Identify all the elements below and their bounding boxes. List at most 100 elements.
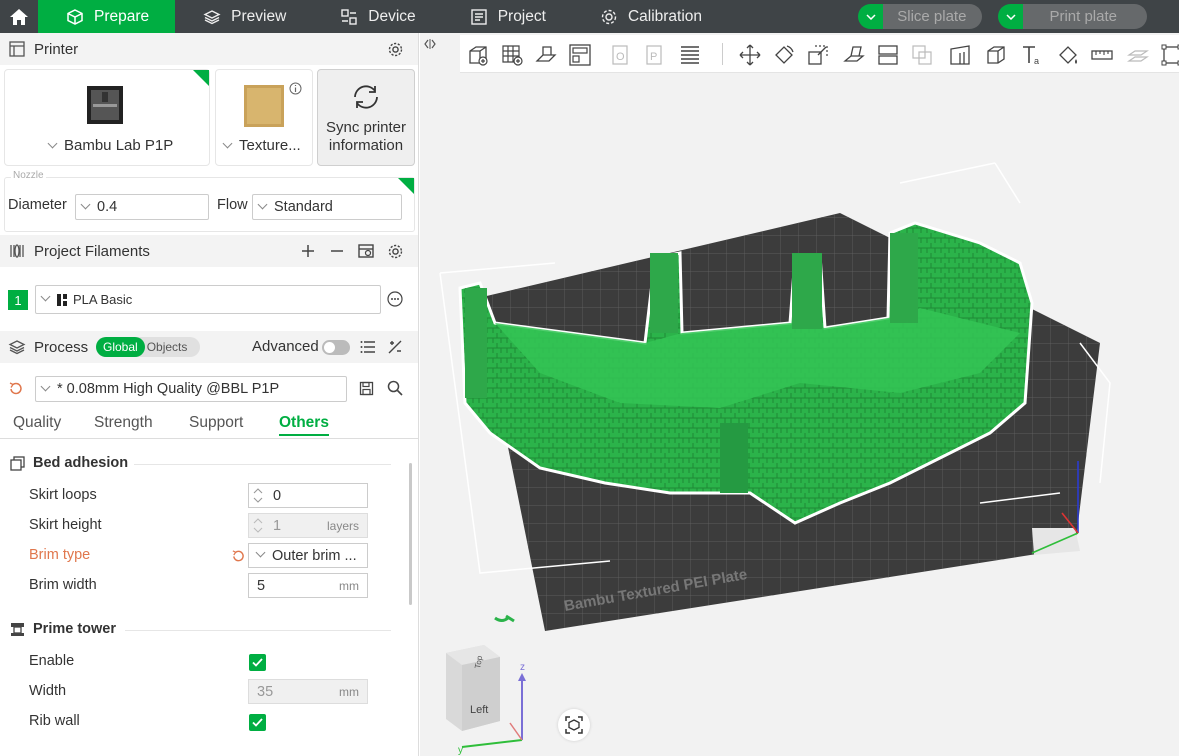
measure-icon[interactable]: [1090, 43, 1114, 67]
split-objects-icon[interactable]: O: [610, 43, 634, 67]
tab-quality[interactable]: Quality: [13, 414, 61, 432]
skirt-loops-input[interactable]: 0: [248, 483, 368, 508]
slice-dropdown[interactable]: [858, 4, 884, 29]
gear-icon[interactable]: [387, 243, 404, 260]
filament-select[interactable]: PLA Basic: [35, 285, 381, 314]
tab-prepare[interactable]: Prepare: [38, 0, 176, 33]
search-icon[interactable]: [387, 380, 403, 396]
process-preset-name: * 0.08mm High Quality @BBL P1P: [57, 381, 280, 397]
tab-calibration[interactable]: Calibration: [572, 0, 728, 33]
reset-icon[interactable]: [231, 549, 245, 563]
printer-icon: [9, 41, 25, 57]
skirt-height-input[interactable]: 1 layers: [248, 513, 368, 538]
filament-sync-icon[interactable]: [357, 242, 375, 260]
filament-name: PLA Basic: [73, 292, 133, 307]
printer-card[interactable]: Bambu Lab P1P: [4, 69, 210, 166]
svg-text:P: P: [650, 51, 657, 63]
skirt-height-label: Skirt height: [29, 517, 102, 533]
chevron-down-icon: [257, 199, 268, 209]
reset-icon[interactable]: [8, 381, 23, 396]
plate-selector[interactable]: Texture...: [222, 137, 301, 154]
home-button[interactable]: [0, 0, 38, 33]
plate-card[interactable]: Texture...: [215, 69, 313, 166]
tab-strength[interactable]: Strength: [94, 414, 153, 432]
diameter-value: 0.4: [97, 199, 118, 215]
chevron-down-icon: [222, 138, 233, 149]
arrange-icon[interactable]: [568, 43, 592, 67]
spin-arrows-icon[interactable]: [253, 486, 263, 505]
cube-icon: [67, 8, 83, 25]
boolean-icon[interactable]: [910, 43, 934, 67]
brim-type-label: Brim type: [29, 547, 91, 563]
orient-icon[interactable]: [534, 43, 558, 67]
printer-thumbnail-icon: [87, 86, 123, 124]
printer-selector[interactable]: Bambu Lab P1P: [47, 137, 173, 154]
tab-device[interactable]: Device: [312, 0, 441, 33]
fullscreen-icon[interactable]: [1160, 43, 1179, 67]
advanced-toggle[interactable]: [322, 340, 350, 355]
gear-icon[interactable]: [387, 41, 404, 58]
tab-preview[interactable]: Preview: [175, 0, 312, 33]
seam-painting-icon[interactable]: [984, 43, 1008, 67]
text-tool-icon[interactable]: a: [1020, 43, 1044, 67]
add-plate-icon[interactable]: [500, 43, 524, 67]
skirt-loops-label: Skirt loops: [29, 487, 97, 503]
process-tabs: Quality Strength Support Others: [0, 411, 418, 439]
brim-type-select[interactable]: Outer brim ...: [248, 543, 368, 568]
bambu-logo-icon: [57, 293, 67, 306]
add-object-icon[interactable]: [466, 43, 490, 67]
compare-icon[interactable]: [387, 339, 403, 355]
toggle-objects[interactable]: Objects: [145, 340, 188, 354]
print-plate-button[interactable]: Print plate: [998, 4, 1147, 29]
enable-checkbox[interactable]: [249, 654, 266, 671]
svg-text:a: a: [1034, 56, 1039, 66]
printer-section-title: Printer: [34, 40, 79, 58]
layers-icon: [203, 9, 221, 24]
filament-index-badge[interactable]: 1: [8, 290, 28, 310]
minus-icon[interactable]: [330, 244, 344, 258]
assemble-icon[interactable]: [1126, 43, 1150, 67]
tab-others[interactable]: Others: [279, 414, 329, 436]
spin-arrows-icon: [253, 518, 263, 533]
variable-layer-icon[interactable]: [678, 43, 702, 67]
navigation-cube[interactable]: Left Top z y: [440, 643, 540, 756]
color-painting-icon[interactable]: [1056, 43, 1080, 67]
support-painting-icon[interactable]: [948, 43, 972, 67]
brim-width-input[interactable]: 5 mm: [248, 573, 368, 598]
collapse-sidebar-icon[interactable]: [424, 38, 436, 50]
save-icon[interactable]: [359, 381, 374, 396]
rib-wall-checkbox[interactable]: [249, 714, 266, 731]
process-section-header: Process Global Objects Advanced: [0, 331, 418, 363]
nozzle-label: Nozzle: [11, 170, 46, 181]
toggle-global[interactable]: Global: [96, 337, 145, 357]
width-input[interactable]: 35 mm: [248, 679, 368, 704]
chevron-down-icon: [40, 291, 51, 302]
skirt-height-unit: layers: [326, 518, 359, 533]
selected-corner-badge: [398, 178, 414, 194]
tab-support[interactable]: Support: [189, 414, 243, 432]
flow-select[interactable]: Standard: [252, 194, 402, 220]
sync-printer-button[interactable]: Sync printer information: [317, 69, 415, 166]
plus-icon[interactable]: [301, 244, 315, 258]
reset-view-button[interactable]: [558, 709, 590, 741]
lay-on-face-icon[interactable]: [842, 43, 866, 67]
split-parts-icon[interactable]: P: [644, 43, 668, 67]
3d-viewport[interactable]: O P a Bambu Textured PEI Plate Left Top …: [420, 33, 1179, 756]
info-icon[interactable]: [289, 82, 302, 95]
process-preset-select[interactable]: * 0.08mm High Quality @BBL P1P: [35, 376, 347, 402]
rotate-icon[interactable]: [772, 43, 796, 67]
more-options-icon[interactable]: [387, 291, 403, 307]
bed-adhesion-icon: [10, 455, 25, 471]
scale-icon[interactable]: [806, 43, 830, 67]
print-dropdown[interactable]: [998, 4, 1024, 29]
filaments-section-header: Project Filaments: [0, 235, 418, 267]
cut-icon[interactable]: [876, 43, 900, 67]
tab-project[interactable]: Project: [442, 0, 572, 33]
slice-plate-button[interactable]: Slice plate: [858, 4, 983, 29]
list-icon[interactable]: [360, 340, 376, 354]
settings-scrollbar[interactable]: [409, 463, 412, 605]
move-icon[interactable]: [738, 43, 762, 67]
diameter-select[interactable]: 0.4: [75, 194, 209, 220]
prime-tower-title: Prime tower: [33, 621, 116, 637]
global-objects-toggle[interactable]: Global Objects: [96, 337, 200, 357]
